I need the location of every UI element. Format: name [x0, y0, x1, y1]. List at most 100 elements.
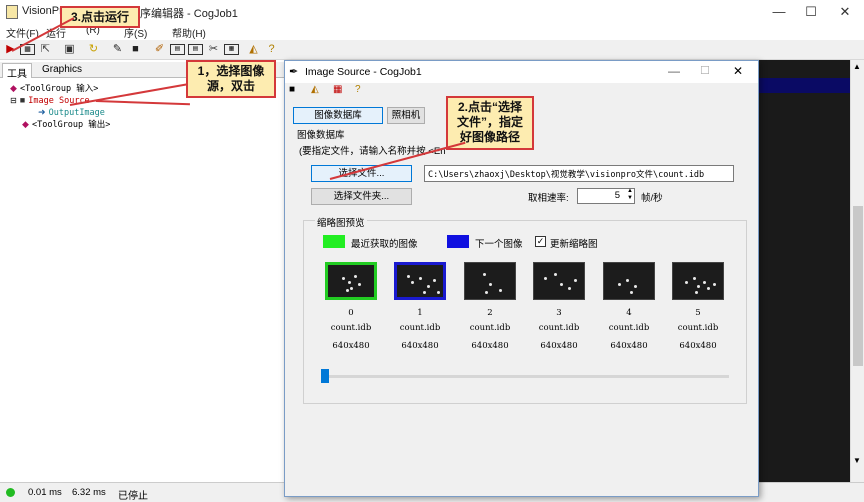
grid-icon[interactable]: ▦ — [224, 44, 239, 55]
thumbnail-group-label: 缩略图预览 — [315, 215, 367, 229]
thumbnail-1[interactable]: 1 count.idb 640x480 — [394, 262, 446, 351]
blob-dot — [433, 279, 436, 282]
legend-recent-swatch — [323, 235, 345, 248]
tree-node-output[interactable]: ◆ <ToolGroup 输出> — [22, 118, 110, 130]
help-icon[interactable]: ? — [264, 42, 279, 57]
thumbnail-size: 640x480 — [610, 341, 648, 351]
tree-node-output-image[interactable]: ➜ OutputImage — [38, 106, 105, 118]
frame-rate-unit: 帧/秒 — [641, 193, 663, 204]
blob-dot — [358, 283, 361, 286]
dialog-measure-icon[interactable]: ◭ — [311, 84, 319, 95]
blob-dot — [560, 283, 563, 286]
vertical-scrollbar[interactable]: ▲ ▼ — [850, 60, 864, 482]
close-button[interactable]: ✕ — [830, 2, 860, 22]
tab-graphics[interactable]: Graphics — [38, 63, 86, 78]
legend-next-swatch — [447, 235, 469, 248]
status-time-1: 0.01 ms — [28, 487, 62, 498]
thumbnail-4[interactable]: 4 count.idb 640x480 — [603, 262, 655, 351]
thumbnail-image — [603, 262, 655, 300]
wrench-icon[interactable]: ✂ — [206, 42, 221, 57]
blob-dot — [419, 277, 422, 280]
thumbnail-5[interactable]: 5 count.idb 640x480 — [672, 262, 724, 351]
callout-select-image-line2: 源，双击 — [206, 79, 255, 93]
camera-icon[interactable]: ■ — [128, 42, 143, 57]
dialog-close-button[interactable]: ✕ — [733, 64, 743, 78]
select-folder-button[interactable]: 选择文件夹... — [311, 188, 412, 205]
dialog-title-bar: ✒ Image Source - CogJob1 — ☐ ✕ — [285, 61, 758, 83]
status-time-2: 6.32 ms — [72, 487, 106, 498]
blob-dot — [350, 287, 353, 290]
tab-image-database[interactable]: 图像数据库 — [293, 107, 383, 124]
tab-tools[interactable]: 工具 — [2, 63, 32, 80]
image-display-pane — [758, 60, 864, 482]
blob-dot — [703, 281, 706, 284]
pointer-icon[interactable]: ⇱ — [38, 42, 53, 57]
thumbnail-size: 640x480 — [471, 341, 509, 351]
callout-select-file: 2.点击“选择 文件”，指定 好图像路径 — [446, 96, 534, 150]
dialog-minimize-button[interactable]: — — [668, 64, 680, 78]
blob-dot — [485, 291, 488, 294]
tree-node-input[interactable]: ◆ <ToolGroup 输入> — [10, 82, 98, 94]
thumbnail-2[interactable]: 2 count.idb 640x480 — [464, 262, 516, 351]
callout-select-file-line2: 文件”，指定 — [456, 115, 523, 129]
spinner-arrows-icon[interactable]: ▲ ▼ — [627, 188, 633, 202]
measure-icon[interactable]: ◭ — [246, 42, 261, 57]
thumbnail-filename: count.idb — [469, 323, 511, 333]
output-node-icon: ◆ — [22, 119, 29, 129]
update-thumbnails-checkbox[interactable]: ✓ — [535, 236, 546, 247]
scroll-thumb[interactable] — [853, 206, 863, 366]
maximize-button[interactable]: ☐ — [796, 2, 826, 22]
frame-rate-label: 取相速率: — [528, 193, 569, 204]
pipette-icon[interactable]: ✎ — [110, 42, 125, 57]
thumbnail-index: 5 — [695, 308, 701, 318]
edit-icon[interactable]: ✐ — [152, 42, 167, 57]
thumbnail-slider-track — [321, 375, 729, 378]
thumbnail-image — [672, 262, 724, 300]
menu-help[interactable]: 帮助(H) — [172, 25, 206, 40]
group-label-image-database: 图像数据库 — [297, 130, 345, 141]
blob-dot — [693, 277, 696, 280]
blob-dot — [618, 283, 621, 286]
status-state: 已停止 — [118, 491, 148, 502]
tool-icon-b[interactable]: ▤ — [188, 44, 203, 55]
thumbnail-3[interactable]: 3 count.idb 640x480 — [533, 262, 585, 351]
thumbnail-image — [325, 262, 377, 300]
thumbnail-index: 4 — [626, 308, 632, 318]
stop-icon[interactable]: ▣ — [62, 42, 77, 57]
app-icon — [6, 5, 18, 19]
thumbnail-0[interactable]: 0 count.idb 640x480 — [325, 262, 377, 351]
blob-dot — [423, 291, 426, 294]
blob-dot — [483, 273, 486, 276]
tree-label-output-image: OutputImage — [48, 108, 105, 118]
file-path-field[interactable]: C:\Users\zhaoxj\Desktop\视觉教学\visionpro文件… — [424, 165, 734, 182]
blob-dot — [634, 285, 637, 288]
dialog-pen-icon: ✒ — [289, 66, 299, 78]
thumbnail-filename: count.idb — [330, 323, 372, 333]
blob-dot — [489, 283, 492, 286]
thumbnail-slider-thumb[interactable] — [321, 369, 329, 383]
blob-dot — [574, 279, 577, 282]
select-file-button[interactable]: 选择文件... — [311, 165, 412, 182]
dialog-title: Image Source - CogJob1 — [305, 66, 422, 78]
thumbnail-filename: count.idb — [399, 323, 441, 333]
scroll-up-icon[interactable]: ▲ — [853, 62, 861, 71]
dialog-camera-icon[interactable]: ■ — [289, 84, 295, 95]
scroll-down-icon[interactable]: ▼ — [853, 456, 861, 465]
camera-node-icon: ■ — [19, 95, 26, 105]
blob-dot — [407, 275, 410, 278]
tab-camera[interactable]: 照相机 — [387, 107, 425, 124]
blob-dot — [348, 281, 351, 284]
dialog-grid-icon[interactable]: ▦ — [333, 84, 342, 95]
arrow-right-icon: ➜ — [38, 107, 46, 117]
tool-icon-a[interactable]: ▤ — [170, 44, 185, 55]
thumbnail-image — [464, 262, 516, 300]
blob-dot — [568, 287, 571, 290]
dialog-help-icon[interactable]: ? — [355, 84, 361, 95]
minimize-button[interactable]: — — [764, 2, 794, 22]
window-title-suffix: 序编辑器 - CogJob1 — [140, 8, 238, 20]
blob-dot — [626, 279, 629, 282]
refresh-icon[interactable]: ↻ — [86, 42, 101, 57]
dialog-maximize-button[interactable]: ☐ — [700, 64, 710, 77]
frame-rate-spinner[interactable]: 5 ▲ ▼ — [577, 188, 635, 204]
thumbnail-size: 640x480 — [540, 341, 578, 351]
